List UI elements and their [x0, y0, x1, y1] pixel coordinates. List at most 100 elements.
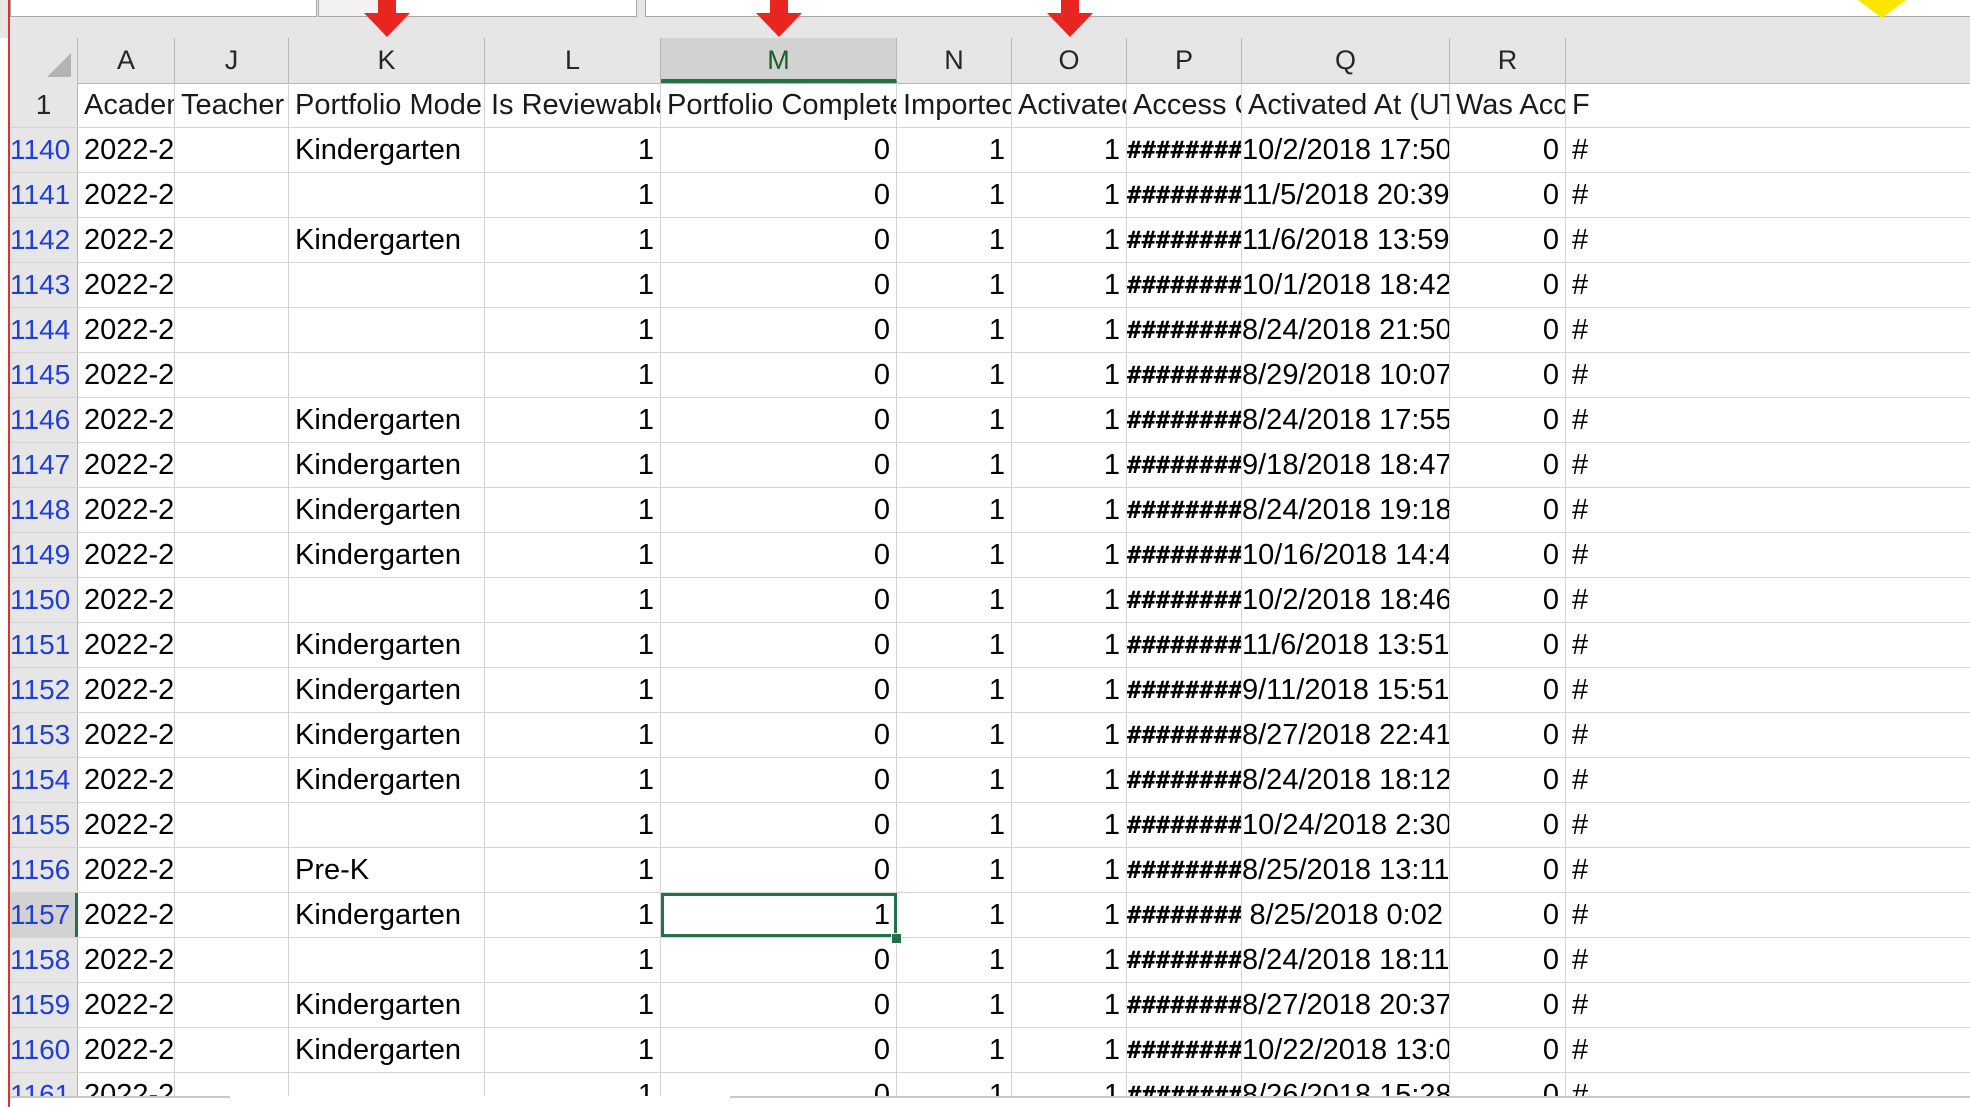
- table-row[interactable]: 11452022-231011########8/29/2018 10:070#: [10, 353, 1970, 398]
- table-cell[interactable]: 0: [661, 713, 897, 757]
- table-cell[interactable]: 1: [897, 1028, 1012, 1072]
- table-row[interactable]: 11582022-231011########8/24/2018 18:110#: [10, 938, 1970, 983]
- field-header-cell[interactable]: Portfolio Models: [289, 83, 485, 127]
- table-cell[interactable]: #: [1566, 1028, 1970, 1072]
- table-cell[interactable]: #: [1566, 983, 1970, 1027]
- table-cell[interactable]: #: [1566, 533, 1970, 577]
- table-cell[interactable]: 0: [661, 173, 897, 217]
- table-cell[interactable]: [175, 668, 289, 712]
- row-header[interactable]: 1151: [10, 623, 78, 667]
- table-row[interactable]: 11422022-23Kindergarten1011########11/6/…: [10, 218, 1970, 263]
- table-cell[interactable]: 2022-23: [78, 488, 175, 532]
- table-cell[interactable]: 1: [897, 848, 1012, 892]
- table-cell[interactable]: ########: [1127, 533, 1242, 577]
- row-header[interactable]: 1142: [10, 218, 78, 262]
- table-cell[interactable]: 0: [661, 308, 897, 352]
- table-cell[interactable]: 1: [1012, 578, 1127, 622]
- table-cell[interactable]: 0: [661, 758, 897, 802]
- table-cell[interactable]: 2022-23: [78, 308, 175, 352]
- table-cell[interactable]: Kindergarten: [289, 488, 485, 532]
- table-row[interactable]: 11532022-23Kindergarten1011########8/27/…: [10, 713, 1970, 758]
- table-cell[interactable]: 1: [1012, 308, 1127, 352]
- table-cell[interactable]: 10/16/2018 14:40: [1242, 533, 1450, 577]
- table-cell[interactable]: ########: [1127, 173, 1242, 217]
- table-cell[interactable]: 1: [897, 983, 1012, 1027]
- column-header-r[interactable]: R: [1450, 38, 1566, 83]
- table-cell[interactable]: 0: [1450, 1028, 1566, 1072]
- table-row[interactable]: 11552022-231011########10/24/2018 2:300#: [10, 803, 1970, 848]
- table-cell[interactable]: #: [1566, 578, 1970, 622]
- table-cell[interactable]: [175, 488, 289, 532]
- table-row[interactable]: 11432022-231011########10/1/2018 18:420#: [10, 263, 1970, 308]
- table-cell[interactable]: [175, 983, 289, 1027]
- table-cell[interactable]: 0: [661, 443, 897, 487]
- table-cell[interactable]: 1: [897, 173, 1012, 217]
- table-cell[interactable]: 0: [661, 623, 897, 667]
- table-cell[interactable]: 2022-23: [78, 938, 175, 982]
- table-cell[interactable]: [175, 803, 289, 847]
- column-header-a[interactable]: A: [78, 38, 175, 83]
- table-row[interactable]: 11412022-231011########11/5/2018 20:390#: [10, 173, 1970, 218]
- row-header[interactable]: 1140: [10, 128, 78, 172]
- table-cell[interactable]: ########: [1127, 623, 1242, 667]
- table-cell[interactable]: [175, 308, 289, 352]
- table-cell[interactable]: Kindergarten: [289, 713, 485, 757]
- table-cell[interactable]: 1: [485, 263, 661, 307]
- field-header-row[interactable]: 1AcademTeacher EPortfolio ModelsIs Revie…: [10, 83, 1970, 128]
- table-cell[interactable]: 1: [897, 758, 1012, 802]
- row-header[interactable]: 1144: [10, 308, 78, 352]
- field-header-cell[interactable]: Is Reviewable: [485, 83, 661, 127]
- row-header[interactable]: 1146: [10, 398, 78, 442]
- column-header-k[interactable]: K: [289, 38, 485, 83]
- table-cell[interactable]: 0: [1450, 713, 1566, 757]
- table-cell[interactable]: ########: [1127, 488, 1242, 532]
- column-header-p[interactable]: P: [1127, 38, 1242, 83]
- table-cell[interactable]: 11/5/2018 20:39: [1242, 173, 1450, 217]
- table-cell[interactable]: Kindergarten: [289, 983, 485, 1027]
- table-cell[interactable]: 8/25/2018 0:02: [1242, 893, 1450, 937]
- table-cell[interactable]: 1: [1012, 758, 1127, 802]
- table-cell[interactable]: 8/29/2018 10:07: [1242, 353, 1450, 397]
- table-row[interactable]: 11402022-23Kindergarten1011########10/2/…: [10, 128, 1970, 173]
- table-cell[interactable]: 8/27/2018 22:41: [1242, 713, 1450, 757]
- table-cell[interactable]: 1: [1012, 128, 1127, 172]
- table-cell[interactable]: 1: [1012, 893, 1127, 937]
- table-cell[interactable]: 8/24/2018 19:18: [1242, 488, 1450, 532]
- table-cell[interactable]: [175, 623, 289, 667]
- row-header[interactable]: 1147: [10, 443, 78, 487]
- table-cell[interactable]: 2022-23: [78, 218, 175, 262]
- table-cell[interactable]: Kindergarten: [289, 533, 485, 577]
- field-header-cell[interactable]: Activated At (UTC): [1242, 83, 1450, 127]
- field-header-cell[interactable]: Activated: [1012, 83, 1127, 127]
- table-cell[interactable]: 1: [485, 488, 661, 532]
- table-cell[interactable]: 2022-23: [78, 533, 175, 577]
- table-cell[interactable]: 1: [1012, 533, 1127, 577]
- row-header[interactable]: 1158: [10, 938, 78, 982]
- row-header[interactable]: 1150: [10, 578, 78, 622]
- table-cell[interactable]: 1: [1012, 398, 1127, 442]
- table-cell[interactable]: 1: [897, 398, 1012, 442]
- table-cell[interactable]: 2022-23: [78, 623, 175, 667]
- table-cell[interactable]: [175, 893, 289, 937]
- table-cell[interactable]: ########: [1127, 848, 1242, 892]
- row-header[interactable]: 1149: [10, 533, 78, 577]
- table-cell[interactable]: 2022-23: [78, 668, 175, 712]
- table-cell[interactable]: 2022-23: [78, 983, 175, 1027]
- table-cell[interactable]: [175, 938, 289, 982]
- table-cell[interactable]: [175, 713, 289, 757]
- table-cell[interactable]: ########: [1127, 893, 1242, 937]
- table-cell[interactable]: 1: [485, 218, 661, 262]
- table-cell[interactable]: 0: [1450, 668, 1566, 712]
- table-cell[interactable]: 0: [1450, 533, 1566, 577]
- table-cell[interactable]: 1: [897, 443, 1012, 487]
- row-header[interactable]: 1159: [10, 983, 78, 1027]
- table-cell[interactable]: 2022-23: [78, 1028, 175, 1072]
- table-cell[interactable]: #: [1566, 443, 1970, 487]
- table-cell[interactable]: 1: [485, 623, 661, 667]
- field-header-cell[interactable]: Imported: [897, 83, 1012, 127]
- table-cell[interactable]: 2022-23: [78, 443, 175, 487]
- table-cell[interactable]: 0: [1450, 308, 1566, 352]
- table-cell[interactable]: 0: [661, 128, 897, 172]
- table-cell[interactable]: 0: [661, 803, 897, 847]
- table-cell[interactable]: #: [1566, 668, 1970, 712]
